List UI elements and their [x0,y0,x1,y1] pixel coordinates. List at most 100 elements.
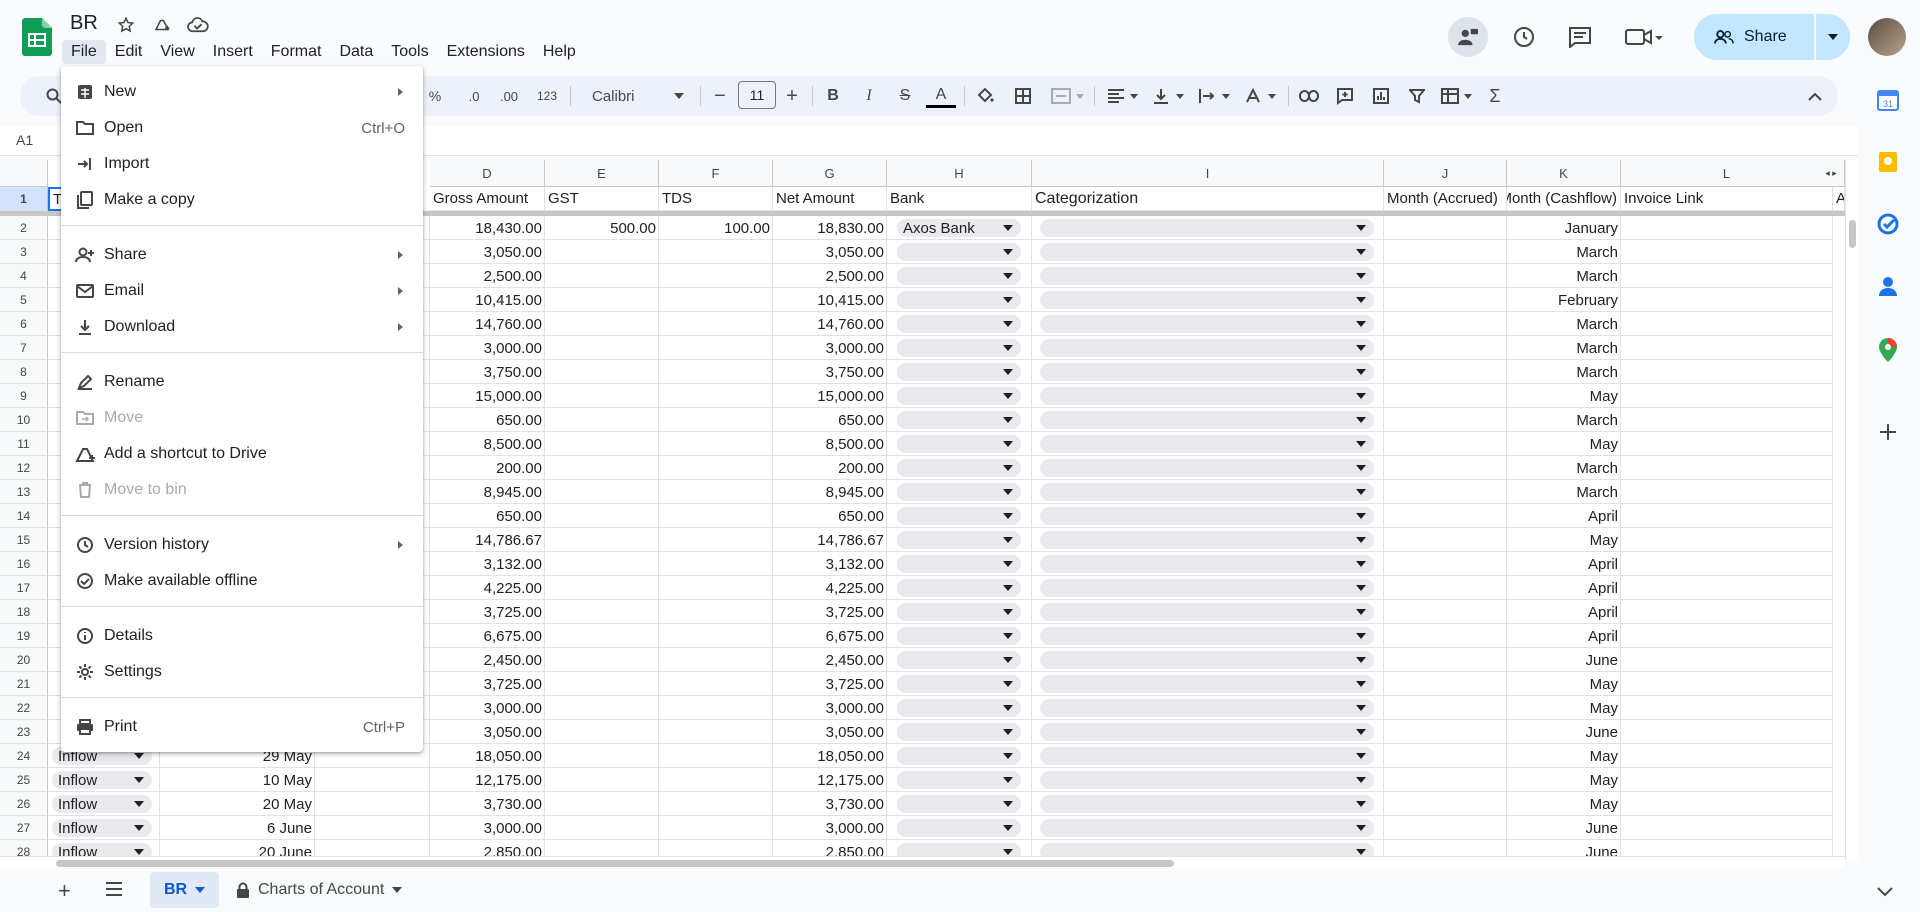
table-cell[interactable] [1384,504,1507,528]
menu-insert[interactable]: Insert [204,40,262,64]
bank-dropdown-chip[interactable] [897,579,1021,597]
table-cell[interactable] [1621,768,1833,792]
table-cell[interactable] [1384,768,1507,792]
net-amount-value[interactable]: 200.00 [773,456,887,480]
table-cell[interactable] [1621,552,1833,576]
gross-amount-value[interactable]: 650.00 [430,408,545,432]
bank-dropdown-chip[interactable] [897,435,1021,453]
net-amount-value[interactable]: 650.00 [773,504,887,528]
row-header[interactable]: 27 [0,816,48,840]
table-cell[interactable] [1621,624,1833,648]
tds-value[interactable] [659,648,773,672]
date-value[interactable]: 10 May [160,768,315,792]
net-amount-value[interactable]: 3,000.00 [773,336,887,360]
gst-value[interactable] [545,648,659,672]
row-header[interactable]: 16 [0,552,48,576]
more-formats-button[interactable]: 123 [530,84,564,108]
net-amount-value[interactable]: 10,415.00 [773,288,887,312]
tds-value[interactable] [659,480,773,504]
tds-value[interactable] [659,552,773,576]
month-cashflow-value[interactable]: May [1507,528,1621,552]
select-all-corner[interactable] [0,160,48,187]
row-header[interactable]: 12 [0,456,48,480]
menu-item-make-available-offline[interactable]: Make available offline [61,563,423,599]
categorization-dropdown-chip[interactable] [1040,267,1374,285]
tds-value[interactable] [659,528,773,552]
net-amount-value[interactable]: 3,050.00 [773,720,887,744]
header-cell-invoice-link[interactable]: Invoice Link [1621,187,1833,211]
categorization-dropdown-chip[interactable] [1040,555,1374,573]
bank-dropdown-chip[interactable] [897,315,1021,333]
categorization-dropdown-chip[interactable] [1040,243,1374,261]
bank-dropdown-chip[interactable] [897,699,1021,717]
gst-value[interactable] [545,264,659,288]
net-amount-value[interactable]: 6,675.00 [773,624,887,648]
menu-item-move-to-bin[interactable]: Move to bin [61,472,423,508]
bank-dropdown-chip[interactable] [897,723,1021,741]
month-cashflow-value[interactable]: May [1507,384,1621,408]
net-amount-value[interactable]: 12,175.00 [773,768,887,792]
menu-item-details[interactable]: Details [61,618,423,654]
bank-dropdown-chip[interactable] [897,291,1021,309]
month-cashflow-value[interactable]: May [1507,792,1621,816]
tds-value[interactable] [659,264,773,288]
table-cell[interactable] [1621,816,1833,840]
menu-item-print[interactable]: Print Ctrl+P [61,709,423,745]
bank-dropdown-chip[interactable] [897,411,1021,429]
gross-amount-value[interactable]: 3,000.00 [430,816,545,840]
menu-item-share[interactable]: Share [61,237,423,273]
table-cell[interactable] [1384,216,1507,240]
month-cashflow-value[interactable]: March [1507,480,1621,504]
month-cashflow-value[interactable]: April [1507,624,1621,648]
name-box[interactable]: A1 [16,132,33,148]
net-amount-value[interactable]: 14,786.67 [773,528,887,552]
merge-cells-icon[interactable] [1048,84,1088,108]
bold-button[interactable]: B [820,84,846,108]
table-cell[interactable] [1384,456,1507,480]
month-cashflow-value[interactable]: January [1507,216,1621,240]
gst-value[interactable] [545,576,659,600]
net-amount-value[interactable]: 2,450.00 [773,648,887,672]
month-cashflow-value[interactable]: May [1507,744,1621,768]
net-amount-value[interactable]: 3,750.00 [773,360,887,384]
table-cell[interactable] [1384,720,1507,744]
column-header-k[interactable]: K [1507,160,1621,187]
tds-value[interactable] [659,360,773,384]
categorization-dropdown-chip[interactable] [1040,507,1374,525]
net-amount-value[interactable]: 3,725.00 [773,600,887,624]
table-cell[interactable] [1384,312,1507,336]
gst-value[interactable] [545,360,659,384]
tds-value[interactable] [659,408,773,432]
filter-icon[interactable] [1404,84,1430,108]
tds-value[interactable] [659,744,773,768]
row-header[interactable]: 21 [0,672,48,696]
header-cell-gst[interactable]: GST [545,187,659,211]
table-cell[interactable] [1384,264,1507,288]
table-cell[interactable] [1621,384,1833,408]
menu-item-new[interactable]: New [61,74,423,110]
row-header[interactable]: 6 [0,312,48,336]
table-cell[interactable] [1621,360,1833,384]
table-cell[interactable] [315,816,430,840]
gst-value[interactable] [545,456,659,480]
header-cell-categorization[interactable]: Categorization [1032,187,1384,211]
table-cell[interactable] [1384,600,1507,624]
gst-value[interactable]: 500.00 [545,216,659,240]
net-amount-value[interactable]: 3,000.00 [773,696,887,720]
gross-amount-value[interactable]: 15,000.00 [430,384,545,408]
row-header[interactable]: 24 [0,744,48,768]
table-cell[interactable] [1384,528,1507,552]
gst-value[interactable] [545,504,659,528]
categorization-dropdown-chip[interactable] [1040,675,1374,693]
gross-amount-value[interactable]: 2,500.00 [430,264,545,288]
type-dropdown-chip[interactable]: Inflow [52,795,152,813]
tds-value[interactable] [659,720,773,744]
table-cell[interactable] [1621,672,1833,696]
gst-value[interactable] [545,384,659,408]
bank-dropdown-chip[interactable] [897,339,1021,357]
month-cashflow-value[interactable]: February [1507,288,1621,312]
month-cashflow-value[interactable]: June [1507,648,1621,672]
keep-icon[interactable] [1874,148,1902,176]
net-amount-value[interactable]: 18,050.00 [773,744,887,768]
tds-value[interactable]: 100.00 [659,216,773,240]
